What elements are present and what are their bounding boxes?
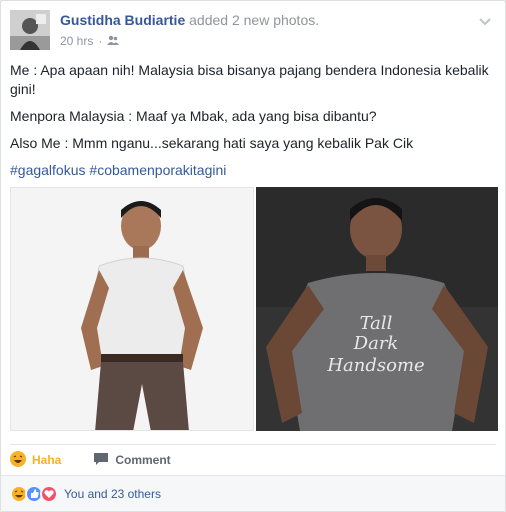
hashtag-link[interactable]: #cobamenporakitagini [89, 162, 226, 178]
post-line: Menpora Malaysia : Maaf ya Mbak, ada yan… [10, 108, 377, 124]
comment-icon [93, 452, 109, 469]
post-headline: Gustidha Budiartie added 2 new photos. [60, 12, 319, 28]
post-line: Also Me : Mmm nganu...sekarang hati saya… [10, 135, 414, 151]
post-header: Gustidha Budiartie added 2 new photos. 2… [10, 10, 496, 54]
shirt-text-line: Handsome [326, 355, 424, 376]
shirt-text-line: Dark [353, 333, 399, 354]
action-end: . [315, 12, 320, 28]
haha-button[interactable]: Haha [10, 450, 62, 470]
reactions-bar: You and 23 others [1, 475, 505, 511]
haha-emoji-icon [10, 450, 26, 470]
photo-left[interactable] [10, 187, 254, 431]
action-bar: Haha Comment [10, 444, 496, 475]
post-card: Gustidha Budiartie added 2 new photos. 2… [0, 0, 506, 512]
comment-button[interactable]: Comment [93, 452, 171, 469]
author-name[interactable]: Gustidha Budiartie [60, 12, 185, 28]
post-line: Me : Apa apaan nih! Malaysia bisa bisany… [10, 62, 489, 97]
photos-link[interactable]: 2 new photos [232, 12, 315, 28]
post-meta: 20 hrs · [60, 34, 120, 48]
hashtag-link[interactable]: #gagalfokus [10, 162, 86, 178]
action-text: added [185, 12, 232, 28]
hashtags: #gagalfokus #cobamenporakitagini [10, 161, 496, 180]
friends-audience-icon[interactable] [107, 34, 120, 48]
chevron-down-icon[interactable] [478, 14, 492, 28]
comment-label: Comment [115, 453, 171, 467]
photo-grid: Tall Dark Handsome [10, 187, 498, 431]
photo-right[interactable]: Tall Dark Handsome [256, 187, 498, 431]
author-avatar[interactable] [10, 10, 50, 50]
shirt-text-line: Tall [360, 313, 393, 334]
dot-separator: · [98, 34, 103, 48]
post-time[interactable]: 20 hrs [60, 34, 93, 48]
love-reaction-icon[interactable] [40, 484, 58, 503]
post-body: Me : Apa apaan nih! Malaysia bisa bisany… [10, 61, 496, 188]
reactions-summary[interactable]: You and 23 others [64, 487, 161, 501]
haha-label: Haha [32, 453, 62, 467]
